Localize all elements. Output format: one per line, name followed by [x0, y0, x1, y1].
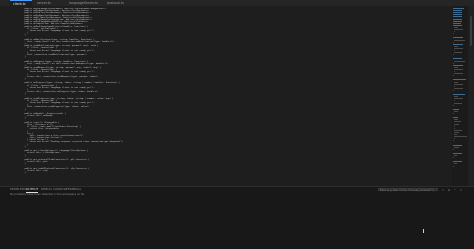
minimap-line [453, 21, 461, 22]
minimap-line [454, 136, 467, 137]
filter-input[interactable]: Filter (e.g. text, **/*.ts, !**/node_mod… [378, 188, 438, 192]
tab-problems[interactable]: PROBLEMS [10, 187, 26, 192]
minimap-line [453, 16, 462, 17]
minimap-line [454, 29, 463, 30]
minimap-line [454, 40, 466, 41]
tab-label: protocol.ts [107, 1, 124, 5]
code-line[interactable]: 76 } [22, 172, 450, 174]
vertical-scrollbar[interactable] [469, 6, 473, 186]
close-panel-icon[interactable]: × [459, 188, 463, 192]
minimap-line [453, 109, 459, 110]
minimap-line [453, 79, 465, 80]
maximize-panel-icon[interactable]: ⌃ [453, 188, 457, 192]
minimap-line [454, 119, 458, 120]
minimap-line [454, 31, 455, 32]
minimap-line [454, 61, 465, 62]
minimap-line [454, 96, 458, 97]
minimap-line [454, 163, 457, 164]
minimap-line [454, 52, 462, 53]
line-number-gutter [0, 6, 22, 188]
minimap-line [454, 128, 455, 129]
minimap-line [454, 88, 464, 89]
minimap-line [453, 23, 461, 24]
tab-server[interactable]: server.ts [34, 0, 70, 6]
minimap-line [454, 132, 459, 133]
minimap-line [454, 48, 463, 49]
mouse-cursor [423, 229, 426, 233]
minimap-line [454, 73, 464, 74]
minimap-line [454, 126, 455, 127]
filter-icon[interactable]: ▾ [441, 188, 445, 192]
minimap-line [454, 155, 457, 156]
tab-protocol[interactable]: protocol.ts [104, 0, 140, 6]
tab-debug-console[interactable]: DEBUG CONSOLE [41, 187, 67, 192]
panel-message: No problems have been detected in the wo… [10, 193, 85, 196]
tab-label: server.ts [37, 1, 51, 5]
minimap-line [454, 84, 463, 85]
minimap-line [453, 153, 462, 154]
tab-terminal[interactable]: TERMINAL [66, 187, 81, 192]
minimap-line [454, 69, 463, 70]
minimap-line [454, 103, 463, 104]
minimap-line [454, 138, 455, 139]
minimap-line [453, 10, 462, 11]
minimap-line [453, 12, 462, 13]
minimap-line [453, 25, 461, 26]
minimap-line [454, 100, 455, 101]
bottom-panel: PROBLEMS OUTPUT DEBUG CONSOLE TERMINAL F… [0, 186, 474, 249]
minimap-line [453, 117, 458, 118]
minimap-line [454, 98, 463, 99]
minimap-line [453, 19, 462, 20]
scrollbar-thumb[interactable] [470, 16, 472, 46]
code-text: } [22, 172, 26, 174]
minimap-line [454, 67, 458, 68]
tab-label: languageServer.ts [69, 1, 98, 5]
minimap-line [453, 161, 462, 162]
minimap-line [454, 147, 459, 148]
minimap-line [453, 58, 461, 59]
minimap-line [454, 50, 455, 51]
minimap-line [453, 37, 462, 38]
minimap-line [453, 145, 461, 146]
minimap-line [454, 124, 459, 125]
minimap-line [454, 71, 455, 72]
minimap-line [454, 121, 462, 122]
editor-tab-bar: client.ts server.ts languageServer.ts pr… [0, 0, 474, 6]
minimap[interactable] [452, 6, 468, 186]
tab-language-server[interactable]: languageServer.ts [66, 0, 108, 6]
minimap-line [453, 65, 463, 66]
minimap-line [454, 111, 458, 112]
minimap-line [454, 82, 458, 83]
minimap-line [453, 94, 465, 95]
minimap-line [454, 130, 462, 131]
minimap-line [454, 46, 458, 47]
collapse-all-icon[interactable]: ⊟ [447, 188, 451, 192]
minimap-line [453, 14, 462, 15]
minimap-line [453, 8, 464, 9]
minimap-line [454, 27, 459, 28]
code-editor[interactable]: 1 public onDidChangeTextDocument: Emitte… [22, 8, 450, 186]
minimap-line [454, 86, 455, 87]
minimap-line [453, 44, 463, 45]
minimap-line [454, 134, 457, 135]
